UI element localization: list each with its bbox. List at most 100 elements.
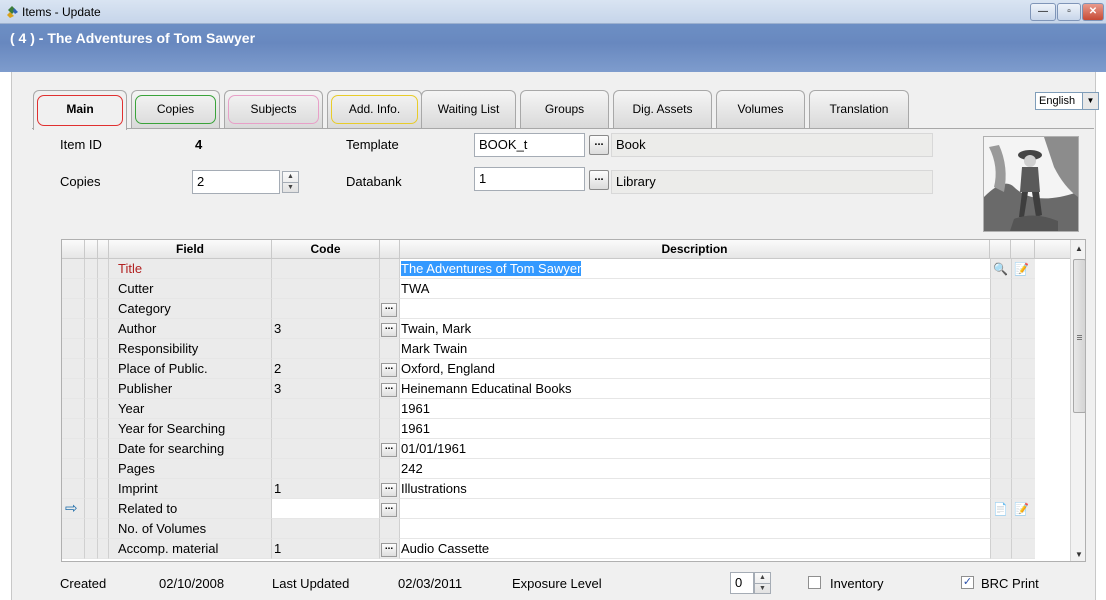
spinner-down-icon[interactable]: ▼	[755, 583, 770, 593]
table-row[interactable]: No. of Volumes	[62, 519, 1070, 539]
header-field[interactable]: Field	[109, 240, 272, 259]
scrollbar-thumb[interactable]	[1073, 259, 1085, 413]
cover-image[interactable]	[983, 136, 1079, 232]
template-lookup-button[interactable]: ...	[589, 135, 609, 155]
minimize-button[interactable]: —	[1030, 3, 1056, 21]
language-value: English	[1039, 95, 1076, 107]
tab-translation[interactable]: Translation	[809, 90, 909, 128]
description-cell[interactable]: Mark Twain	[400, 339, 990, 359]
code-lookup-button[interactable]: ...	[381, 542, 397, 557]
code-cell[interactable]	[272, 259, 380, 279]
header-description[interactable]: Description	[400, 240, 990, 259]
spinner-down-icon[interactable]: ▼	[283, 182, 298, 192]
note-icon[interactable]: 📝	[1012, 262, 1029, 276]
tab-add-info[interactable]: Add. Info.	[327, 90, 422, 128]
code-lookup-button[interactable]: ...	[381, 442, 397, 457]
table-row[interactable]: Category...	[62, 299, 1070, 319]
table-row[interactable]: Accomp. material 1... Audio Cassette	[62, 539, 1070, 559]
table-row[interactable]: Author 3... Twain, Mark	[62, 319, 1070, 339]
table-row[interactable]: Title The Adventures of Tom Sawyer 🔍 📝	[62, 259, 1070, 279]
table-row[interactable]: Cutter TWA	[62, 279, 1070, 299]
code-lookup-button[interactable]: ...	[381, 502, 397, 517]
tab-subjects[interactable]: Subjects	[224, 90, 323, 128]
code-cell[interactable]	[272, 519, 380, 539]
row-icon-cell	[1011, 539, 1035, 559]
code-cell[interactable]: 1	[272, 539, 380, 559]
row-gutter	[98, 339, 109, 359]
add-record-icon[interactable]: 📄	[991, 502, 1008, 516]
databank-code-field[interactable]: 1	[474, 167, 585, 191]
spinner-up-icon[interactable]: ▲	[755, 573, 770, 583]
copies-field[interactable]: 2	[192, 170, 280, 194]
chevron-down-icon[interactable]: ▼	[1082, 93, 1098, 109]
code-cell[interactable]	[272, 499, 380, 519]
inventory-checkbox[interactable]	[808, 576, 821, 589]
description-cell[interactable]: 01/01/1961	[400, 439, 990, 459]
table-row[interactable]: Pages 242	[62, 459, 1070, 479]
template-code-field[interactable]: BOOK_t	[474, 133, 585, 157]
code-cell[interactable]	[272, 439, 380, 459]
description-cell[interactable]: 1961	[400, 399, 990, 419]
description-cell[interactable]: 242	[400, 459, 990, 479]
code-cell[interactable]: 3	[272, 379, 380, 399]
code-lookup-button[interactable]: ...	[381, 382, 397, 397]
table-row[interactable]: Place of Public. 2... Oxford, England	[62, 359, 1070, 379]
table-row[interactable]: Date for searching... 01/01/1961	[62, 439, 1070, 459]
item-id-value: 4	[195, 137, 203, 152]
brc-print-checkbox[interactable]: ✓	[961, 576, 974, 589]
code-cell[interactable]	[272, 279, 380, 299]
header-code[interactable]: Code	[272, 240, 380, 259]
grid-scrollbar[interactable]: ▲ ▼	[1070, 240, 1085, 561]
description-cell[interactable]: The Adventures of Tom Sawyer	[400, 259, 990, 279]
description-cell[interactable]	[400, 499, 990, 519]
note-icon[interactable]: 📝	[1012, 502, 1029, 516]
maximize-button[interactable]: ▫	[1057, 3, 1081, 21]
code-lookup-button[interactable]: ...	[381, 482, 397, 497]
language-select[interactable]: English ▼	[1035, 92, 1099, 110]
code-cell[interactable]	[272, 299, 380, 319]
code-lookup-button[interactable]: ...	[381, 322, 397, 337]
tab-copies[interactable]: Copies	[131, 90, 220, 128]
description-cell[interactable]: 1961	[400, 419, 990, 439]
description-cell[interactable]	[400, 519, 990, 539]
table-row[interactable]: Responsibility Mark Twain	[62, 339, 1070, 359]
table-row[interactable]: Imprint 1... Illustrations	[62, 479, 1070, 499]
description-cell[interactable]: Oxford, England	[400, 359, 990, 379]
code-lookup-button[interactable]: ...	[381, 302, 397, 317]
description-cell[interactable]: Illustrations	[400, 479, 990, 499]
databank-lookup-button[interactable]: ...	[589, 170, 609, 190]
tab-main[interactable]: Main	[33, 90, 127, 130]
tab-groups[interactable]: Groups	[520, 90, 609, 128]
code-cell[interactable]: 3	[272, 319, 380, 339]
scroll-up-icon[interactable]: ▲	[1071, 240, 1085, 257]
code-cell[interactable]: 1	[272, 479, 380, 499]
tab-volumes[interactable]: Volumes	[716, 90, 805, 128]
table-row[interactable]: Publisher 3... Heinemann Educatinal Books	[62, 379, 1070, 399]
exposure-level-field[interactable]: 0	[730, 572, 754, 594]
copies-stepper[interactable]: ▲ ▼	[282, 171, 299, 193]
scroll-down-icon[interactable]: ▼	[1071, 546, 1085, 561]
code-lookup-cell	[380, 459, 400, 479]
code-cell[interactable]	[272, 339, 380, 359]
search-edit-icon[interactable]: 🔍	[991, 262, 1008, 276]
description-cell[interactable]: TWA	[400, 279, 990, 299]
tab-dig-assets[interactable]: Dig. Assets	[613, 90, 712, 128]
description-cell[interactable]: Heinemann Educatinal Books	[400, 379, 990, 399]
table-row[interactable]: Year for Searching 1961	[62, 419, 1070, 439]
description-cell[interactable]: Audio Cassette	[400, 539, 990, 559]
close-button[interactable]: ✕	[1082, 3, 1104, 21]
row-icon-cell	[990, 479, 1011, 499]
code-cell[interactable]	[272, 399, 380, 419]
code-cell[interactable]	[272, 459, 380, 479]
code-lookup-button[interactable]: ...	[381, 362, 397, 377]
code-cell[interactable]	[272, 419, 380, 439]
tab-waiting-list[interactable]: Waiting List	[421, 90, 516, 128]
spinner-up-icon[interactable]: ▲	[283, 172, 298, 182]
exposure-level-stepper[interactable]: ▲ ▼	[754, 572, 771, 594]
table-row[interactable]: Year 1961	[62, 399, 1070, 419]
code-cell[interactable]: 2	[272, 359, 380, 379]
description-cell[interactable]: Twain, Mark	[400, 319, 990, 339]
table-row[interactable]: ⇨ Related to... 📄 📝	[62, 499, 1070, 519]
last-updated-date: 02/03/2011	[398, 576, 463, 591]
description-cell[interactable]	[400, 299, 990, 319]
